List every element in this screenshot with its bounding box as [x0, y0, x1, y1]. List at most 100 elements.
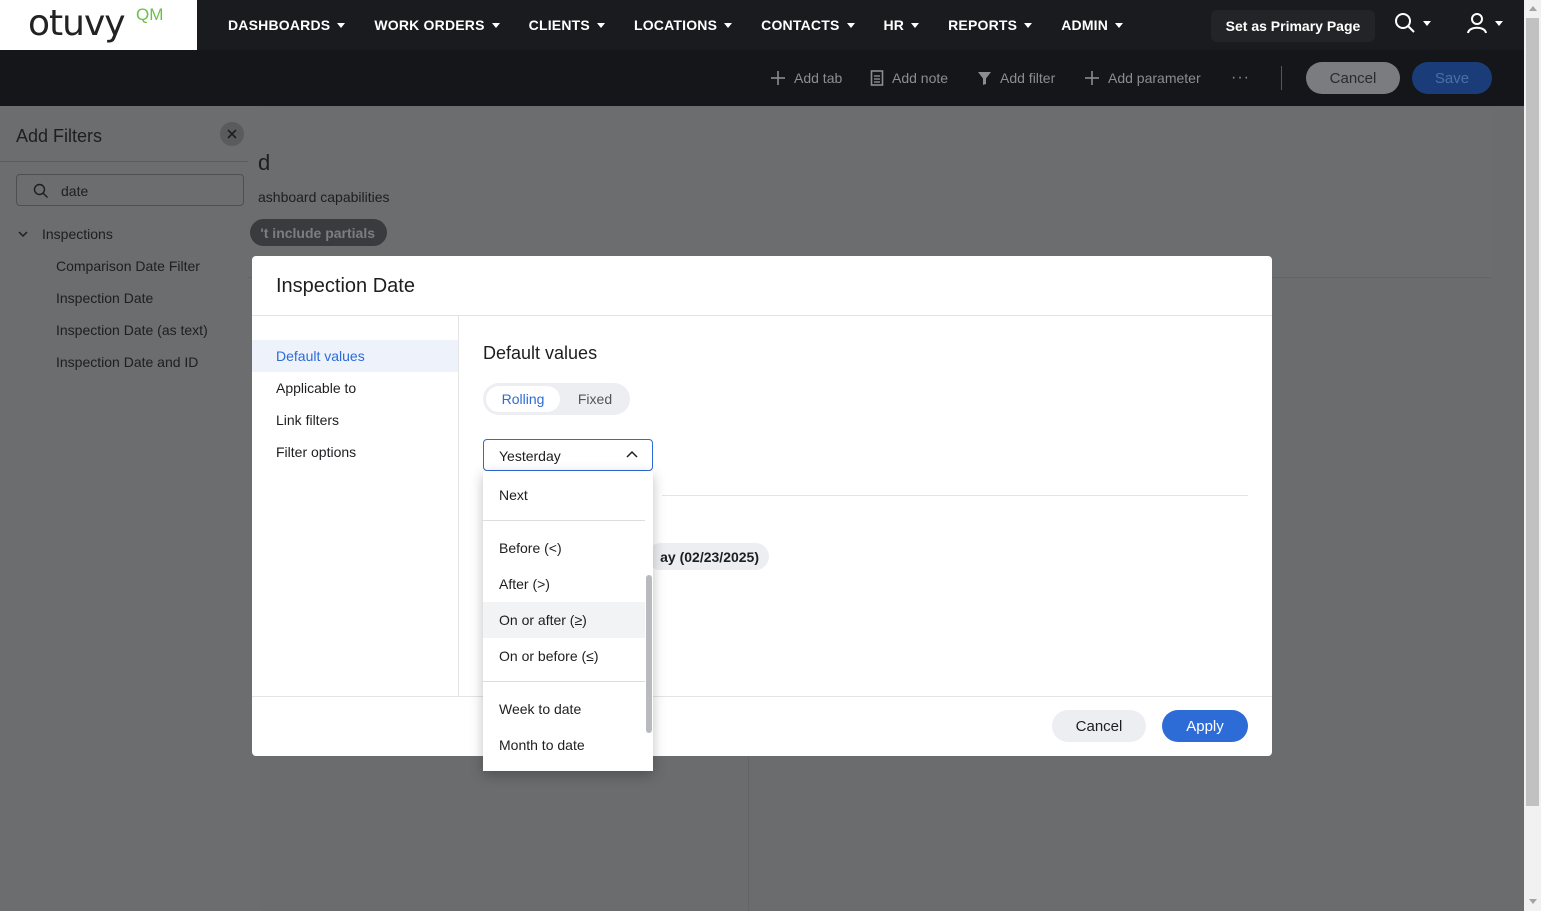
add-parameter-label: Add parameter [1108, 70, 1201, 86]
select-value: Yesterday [499, 448, 561, 464]
inspection-date-dialog: Inspection Date Default values Applicabl… [252, 256, 1272, 756]
scroll-up-arrow-icon[interactable] [1529, 6, 1537, 11]
dropdown-scrollbar[interactable] [646, 575, 652, 733]
section-divider [662, 495, 1248, 496]
note-icon [870, 70, 884, 86]
filter-search-input[interactable]: date [16, 174, 244, 206]
add-note-label: Add note [892, 70, 949, 86]
nav-label: CLIENTS [528, 17, 590, 33]
caret-down-icon [337, 22, 346, 28]
more-options-button[interactable]: ··· [1231, 50, 1250, 106]
page-scrollbar[interactable] [1524, 0, 1541, 911]
nav-label: ADMIN [1061, 17, 1109, 33]
dropdown-option-after[interactable]: After (>) [483, 566, 645, 602]
filter-item[interactable]: Inspection Date (as text) [56, 322, 208, 338]
scroll-down-arrow-icon[interactable] [1529, 899, 1537, 904]
add-filter-label: Add filter [1000, 70, 1056, 86]
toolbar-save-button[interactable]: Save [1412, 62, 1492, 94]
panel-divider [0, 161, 260, 162]
dropdown-separator [483, 681, 645, 682]
add-filters-panel: Add Filters date Inspections Comparison … [0, 106, 260, 911]
nav-search-menu[interactable] [1394, 12, 1431, 34]
dropdown-option-week-to-date[interactable]: Week to date [483, 691, 645, 727]
filter-icon [978, 71, 991, 85]
dropdown-option-month-to-date[interactable]: Month to date [483, 727, 645, 763]
dialog-sidebar: Default values Applicable to Link filter… [252, 316, 459, 696]
panel-title: Add Filters [16, 126, 103, 146]
caret-down-icon [1495, 20, 1503, 26]
section-title: Default values [483, 343, 598, 363]
caret-down-icon [911, 22, 920, 28]
dialog-apply-button[interactable]: Apply [1162, 710, 1248, 742]
set-primary-page-button[interactable]: Set as Primary Page [1211, 10, 1375, 42]
period-dropdown-list: Next Before (<) After (>) On or after (≥… [483, 471, 653, 771]
nav-dashboards[interactable]: DASHBOARDS [228, 17, 346, 33]
nav-locations[interactable]: LOCATIONS [633, 17, 733, 33]
nav-user-menu[interactable] [1466, 12, 1503, 34]
search-icon [1395, 13, 1415, 33]
top-navigation-bar: otuvy QM DASHBOARDS WORK ORDERS CLIENTS … [0, 0, 1524, 50]
add-tab-button[interactable]: Add tab [770, 50, 842, 106]
group-inspections[interactable]: Inspections [18, 226, 113, 242]
search-value: date [61, 183, 89, 199]
nav-clients[interactable]: CLIENTS [529, 17, 605, 33]
filter-item[interactable]: Inspection Date and ID [56, 354, 198, 370]
dashboard-title: d [258, 150, 271, 175]
close-panel-button[interactable] [220, 122, 244, 146]
dialog-footer-divider [252, 696, 1272, 697]
nav-reports[interactable]: REPORTS [948, 17, 1033, 33]
toolbar-cancel-button[interactable]: Cancel [1306, 62, 1400, 94]
nav-label: DASHBOARDS [228, 17, 331, 33]
scrollbar-thumb[interactable] [1526, 18, 1539, 806]
plus-icon [1085, 71, 1099, 85]
toggle-rolling[interactable]: Rolling [486, 386, 560, 412]
dashboard-divider [748, 756, 749, 911]
nav-hr[interactable]: HR [884, 17, 920, 33]
filter-item[interactable]: Inspection Date [56, 290, 153, 306]
user-icon [1467, 13, 1487, 34]
filter-item[interactable]: Comparison Date Filter [56, 258, 200, 274]
add-parameter-button[interactable]: Add parameter [1084, 50, 1201, 106]
sidebar-item-filter-options[interactable]: Filter options [252, 436, 458, 468]
dialog-title: Inspection Date [276, 275, 415, 297]
nav-label: REPORTS [948, 17, 1018, 33]
nav-label: CONTACTS [761, 17, 840, 33]
nav-label: LOCATIONS [633, 17, 718, 33]
search-icon [33, 183, 48, 198]
main-menu: DASHBOARDS WORK ORDERS CLIENTS LOCATIONS… [228, 0, 1152, 50]
caret-down-icon [596, 22, 605, 28]
caret-down-icon [1024, 22, 1033, 28]
dropdown-option-on-or-after[interactable]: On or after (≥) [483, 602, 645, 638]
add-filter-button[interactable]: Add filter [977, 50, 1055, 106]
rolling-fixed-toggle: Rolling Fixed [483, 383, 630, 415]
rolling-period-select[interactable]: Yesterday [483, 439, 653, 471]
caret-down-icon [1423, 20, 1431, 26]
sidebar-item-applicable-to[interactable]: Applicable to [252, 372, 458, 404]
chevron-down-icon [18, 231, 28, 238]
group-label: Inspections [42, 226, 113, 242]
logo[interactable]: otuvy QM [0, 0, 197, 50]
nav-label: HR [883, 17, 905, 33]
nav-work-orders[interactable]: WORK ORDERS [374, 17, 500, 33]
caret-down-icon [1115, 22, 1124, 28]
dropdown-option-before[interactable]: Before (<) [483, 530, 645, 566]
nav-admin[interactable]: ADMIN [1061, 17, 1124, 33]
nav-contacts[interactable]: CONTACTS [761, 17, 855, 33]
sidebar-item-default-values[interactable]: Default values [252, 340, 458, 372]
chevron-up-icon [626, 450, 638, 458]
sidebar-item-link-filters[interactable]: Link filters [252, 404, 458, 436]
add-tab-label: Add tab [794, 70, 843, 86]
toggle-fixed[interactable]: Fixed [563, 386, 627, 412]
resolved-date-pill: ay (02/23/2025) [647, 543, 769, 570]
partials-pill: 't include partials [250, 219, 387, 246]
logo-text: otuvy [28, 3, 126, 44]
plus-icon [771, 71, 785, 85]
dashboard-toolbar: Add tab Add note Add filter Add paramete… [0, 50, 1524, 106]
dropdown-option-next[interactable]: Next [483, 477, 645, 513]
nav-label: WORK ORDERS [374, 17, 485, 33]
caret-down-icon [724, 22, 733, 28]
add-note-button[interactable]: Add note [870, 50, 948, 106]
dropdown-option-on-or-before[interactable]: On or before (≤) [483, 638, 645, 674]
logo-superscript: QM [136, 5, 164, 24]
dialog-cancel-button[interactable]: Cancel [1052, 710, 1146, 742]
